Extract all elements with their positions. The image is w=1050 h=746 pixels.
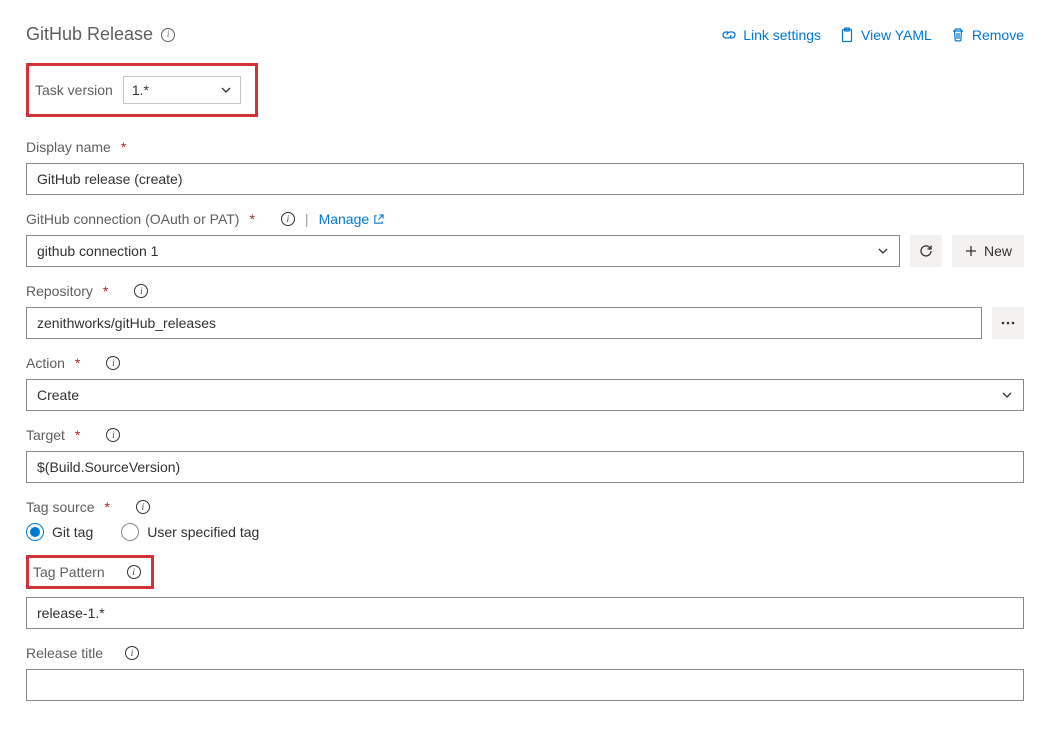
- link-settings-label: Link settings: [743, 27, 821, 43]
- separator: |: [305, 211, 309, 227]
- release-title-input[interactable]: [26, 669, 1024, 701]
- tag-source-label: Tag source: [26, 499, 94, 515]
- required-marker: *: [121, 139, 126, 155]
- action-select[interactable]: Create: [26, 379, 1024, 411]
- target-input[interactable]: [26, 451, 1024, 483]
- radio-git-tag-label: Git tag: [52, 524, 93, 540]
- required-marker: *: [75, 355, 80, 371]
- info-icon[interactable]: i: [134, 284, 148, 298]
- tag-pattern-label: Tag Pattern: [33, 564, 105, 580]
- info-icon[interactable]: i: [281, 212, 295, 226]
- new-connection-button[interactable]: New: [952, 235, 1024, 267]
- target-label: Target: [26, 427, 65, 443]
- view-yaml-label: View YAML: [861, 27, 932, 43]
- info-icon[interactable]: i: [161, 28, 175, 42]
- tag-pattern-input[interactable]: [26, 597, 1024, 629]
- display-name-label: Display name: [26, 139, 111, 155]
- github-connection-value: github connection 1: [37, 243, 158, 259]
- manage-label: Manage: [319, 211, 370, 227]
- info-icon[interactable]: i: [136, 500, 150, 514]
- task-version-label: Task version: [35, 82, 113, 98]
- link-icon: [721, 27, 737, 43]
- github-connection-select[interactable]: github connection 1: [26, 235, 900, 267]
- page-title: GitHub Release i: [26, 24, 175, 45]
- header-actions: Link settings View YAML Remove: [721, 27, 1024, 43]
- refresh-button[interactable]: [910, 235, 942, 267]
- radio-git-tag[interactable]: Git tag: [26, 523, 93, 541]
- action-field: Action * i Create: [26, 355, 1024, 411]
- repository-field: Repository * i: [26, 283, 1024, 339]
- required-marker: *: [104, 499, 109, 515]
- info-icon[interactable]: i: [127, 565, 141, 579]
- header-row: GitHub Release i Link settings View YAML…: [26, 24, 1024, 45]
- chevron-down-icon: [877, 245, 889, 257]
- github-connection-field: GitHub connection (OAuth or PAT) * i | M…: [26, 211, 1024, 267]
- view-yaml-button[interactable]: View YAML: [839, 27, 932, 43]
- info-icon[interactable]: i: [125, 646, 139, 660]
- required-marker: *: [103, 283, 108, 299]
- manage-link[interactable]: Manage: [319, 211, 385, 227]
- remove-label: Remove: [972, 27, 1024, 43]
- task-version-value: 1.*: [132, 82, 149, 98]
- page-title-text: GitHub Release: [26, 24, 153, 45]
- browse-repository-button[interactable]: [992, 307, 1024, 339]
- chevron-down-icon: [1001, 389, 1013, 401]
- display-name-input[interactable]: [26, 163, 1024, 195]
- remove-button[interactable]: Remove: [950, 27, 1024, 43]
- repository-label: Repository: [26, 283, 93, 299]
- refresh-icon: [918, 243, 934, 259]
- radio-circle: [121, 523, 139, 541]
- action-label: Action: [26, 355, 65, 371]
- github-connection-label: GitHub connection (OAuth or PAT): [26, 211, 239, 227]
- external-link-icon: [373, 214, 384, 225]
- display-name-field: Display name *: [26, 139, 1024, 195]
- radio-user-tag-label: User specified tag: [147, 524, 259, 540]
- chevron-down-icon: [220, 84, 232, 96]
- task-version-select[interactable]: 1.*: [123, 76, 241, 104]
- tag-pattern-field: Tag Pattern i: [26, 555, 1024, 629]
- radio-user-tag[interactable]: User specified tag: [121, 523, 259, 541]
- new-label: New: [984, 243, 1012, 259]
- action-value: Create: [37, 387, 79, 403]
- required-marker: *: [249, 211, 254, 227]
- more-icon: [1000, 320, 1016, 326]
- info-icon[interactable]: i: [106, 356, 120, 370]
- radio-circle-checked: [26, 523, 44, 541]
- release-title-field: Release title i: [26, 645, 1024, 701]
- repository-input[interactable]: [26, 307, 982, 339]
- required-marker: *: [75, 427, 80, 443]
- link-settings-button[interactable]: Link settings: [721, 27, 821, 43]
- target-field: Target * i: [26, 427, 1024, 483]
- tag-pattern-highlight: Tag Pattern i: [26, 555, 154, 589]
- release-title-label: Release title: [26, 645, 103, 661]
- plus-icon: [964, 244, 978, 258]
- info-icon[interactable]: i: [106, 428, 120, 442]
- clipboard-icon: [839, 27, 855, 43]
- trash-icon: [950, 27, 966, 43]
- task-version-highlight: Task version 1.*: [26, 63, 258, 117]
- tag-source-field: Tag source * i Git tag User specified ta…: [26, 499, 1024, 541]
